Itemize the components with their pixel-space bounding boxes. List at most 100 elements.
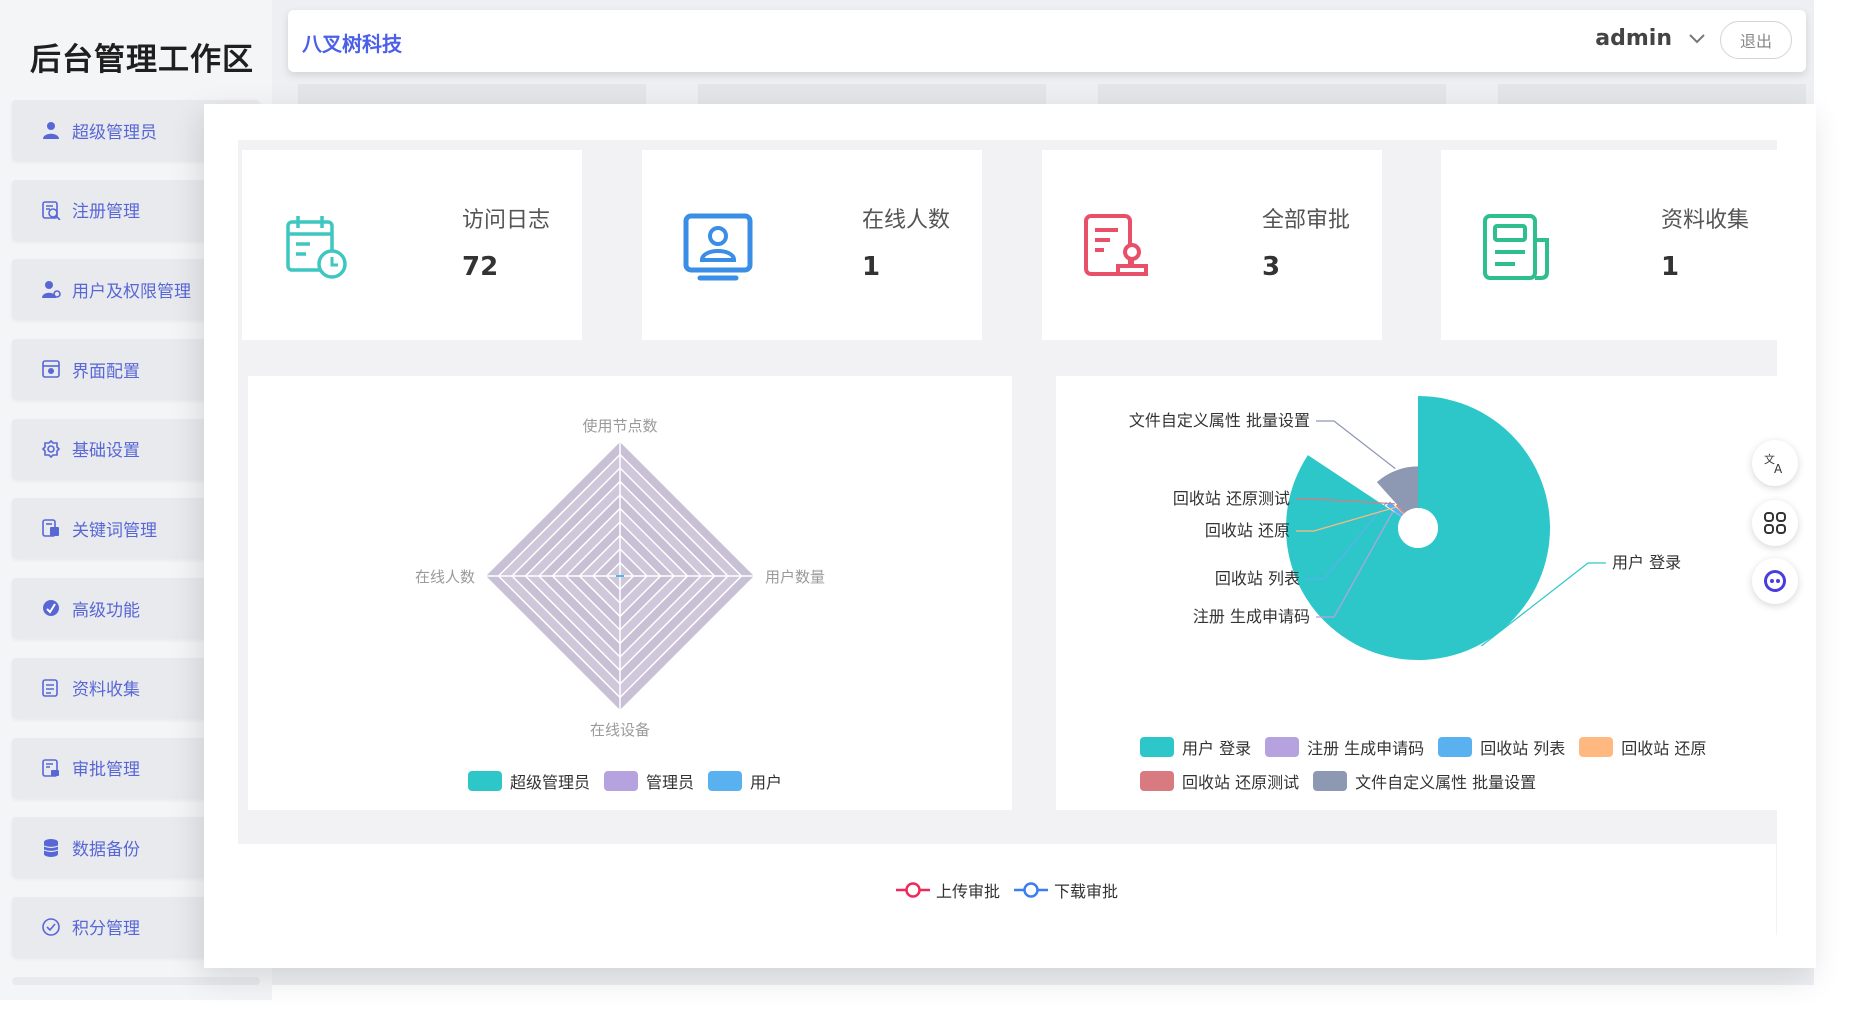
translate-button[interactable]: 文 A bbox=[1752, 440, 1798, 486]
legend-swatch bbox=[1140, 737, 1174, 757]
legend-item[interactable]: 回收站 列表 bbox=[1438, 730, 1565, 764]
bg-tile bbox=[1498, 84, 1806, 104]
username: admin bbox=[1595, 26, 1672, 51]
legend-item[interactable]: 回收站 还原 bbox=[1579, 730, 1706, 764]
monitor-user-icon bbox=[683, 213, 753, 281]
stat-value: 3 bbox=[1262, 252, 1281, 282]
legend-item[interactable]: 用户 登录 bbox=[1140, 730, 1251, 764]
pie-label: 回收站 还原测试 bbox=[1173, 489, 1290, 508]
pie-center-hole bbox=[1398, 508, 1438, 548]
bg-tile bbox=[298, 84, 646, 104]
legend-label: 文件自定义属性 批量设置 bbox=[1355, 773, 1537, 792]
legend-label: 用户 bbox=[750, 773, 783, 792]
assistant-button[interactable] bbox=[1752, 558, 1798, 604]
legend-label: 回收站 还原 bbox=[1621, 739, 1707, 758]
sidebar-item-label: 关键词管理 bbox=[72, 520, 157, 541]
top-header: 八叉树科技 admin 退出 bbox=[288, 10, 1806, 72]
stat-label: 资料收集 bbox=[1661, 208, 1750, 233]
legend-label: 超级管理员 bbox=[510, 773, 591, 792]
sidebar-item-label: 注册管理 bbox=[72, 202, 140, 223]
stat-card[interactable]: 在线人数 1 bbox=[642, 150, 982, 340]
stat-card[interactable]: 访问日志 72 bbox=[242, 150, 582, 340]
stat-label: 在线人数 bbox=[862, 208, 951, 233]
line-chart-panel: 上传审批 下载审批 bbox=[238, 844, 1776, 936]
sidebar-item-label: 用户及权限管理 bbox=[72, 281, 191, 302]
pie-label: 文件自定义属性 批量设置 bbox=[1129, 411, 1310, 430]
legend-item[interactable]: 超级管理员 bbox=[468, 764, 590, 798]
sidebar-item-label: 超级管理员 bbox=[72, 122, 157, 143]
sidebar-item-partial bbox=[12, 976, 260, 985]
layout-icon bbox=[40, 358, 62, 380]
company-name: 八叉树科技 bbox=[302, 32, 402, 56]
pie-legend: 用户 登录 注册 生成申请码 回收站 列表 回收站 还原回收站 还原测试 文件自定义属性… bbox=[1140, 730, 1760, 798]
line-legend: 上传审批 下载审批 bbox=[896, 878, 1118, 902]
user-menu[interactable]: admin bbox=[1595, 26, 1706, 51]
radar-indicator-label: 用户数量 bbox=[765, 568, 825, 586]
legend-label: 回收站 还原测试 bbox=[1182, 773, 1300, 792]
approval-icon bbox=[40, 757, 62, 779]
grid-icon bbox=[1764, 512, 1786, 534]
keyword-icon bbox=[40, 517, 62, 539]
legend-item[interactable]: 下载审批 bbox=[1014, 878, 1118, 902]
legend-label: 回收站 列表 bbox=[1480, 739, 1566, 758]
legend-label: 上传审批 bbox=[936, 882, 1001, 901]
sidebar-item-label: 资料收集 bbox=[72, 680, 140, 701]
advanced-icon bbox=[40, 597, 62, 619]
stat-card[interactable]: 资料收集 1 bbox=[1441, 150, 1781, 340]
legend-swatch bbox=[1140, 771, 1174, 791]
legend-swatch bbox=[604, 771, 639, 791]
document-icon bbox=[40, 677, 62, 699]
pie-chart-panel: 用户 登录 注册 生成申请码 回收站 列表 回收站 还原 回收站 还原测试 文件自定义属性… bbox=[1056, 376, 1788, 810]
newspaper-icon bbox=[1483, 214, 1549, 280]
legend-label: 注册 生成申请码 bbox=[1307, 739, 1425, 758]
apps-button[interactable] bbox=[1752, 500, 1798, 546]
stat-label: 访问日志 bbox=[462, 208, 551, 233]
legend-item[interactable]: 上传审批 bbox=[896, 878, 1000, 902]
stat-value: 1 bbox=[862, 252, 881, 282]
stat-label: 全部审批 bbox=[1262, 208, 1351, 233]
stat-card[interactable]: 全部审批 3 bbox=[1042, 150, 1382, 340]
legend-swatch bbox=[1265, 737, 1300, 757]
pie-label: 回收站 列表 bbox=[1215, 569, 1300, 588]
user-permission-icon bbox=[40, 278, 62, 300]
database-icon bbox=[40, 836, 62, 858]
approval-stamp-icon bbox=[1084, 214, 1148, 276]
legend-swatch bbox=[468, 771, 502, 791]
sidebar-item-label: 界面配置 bbox=[72, 361, 140, 382]
calendar-clock-icon bbox=[286, 216, 347, 279]
legend-label: 用户 登录 bbox=[1182, 739, 1252, 758]
sidebar-item-label: 积分管理 bbox=[72, 919, 140, 940]
sidebar-item-label: 高级功能 bbox=[72, 600, 140, 621]
legend-swatch bbox=[708, 771, 743, 791]
legend-swatch bbox=[1438, 737, 1473, 757]
radar-indicator-label: 使用节点数 bbox=[582, 417, 657, 435]
legend-swatch bbox=[1313, 771, 1348, 791]
legend-swatch bbox=[1579, 737, 1614, 757]
radar-indicator-label: 在线设备 bbox=[590, 721, 650, 739]
gear-icon bbox=[40, 438, 62, 460]
radar-legend: 超级管理员 管理员 用户 bbox=[468, 764, 796, 798]
legend-line-marker bbox=[1014, 882, 1049, 898]
assistant-icon bbox=[1764, 570, 1786, 592]
svg-text:A: A bbox=[1774, 462, 1783, 476]
legend-item[interactable]: 文件自定义属性 批量设置 bbox=[1313, 764, 1536, 798]
sidebar-item-label: 基础设置 bbox=[72, 441, 140, 462]
legend-item[interactable]: 管理员 bbox=[604, 764, 694, 798]
logout-button[interactable]: 退出 bbox=[1720, 21, 1792, 59]
radar-chart: 使用节点数用户数量在线设备 在线人数 bbox=[415, 417, 825, 739]
legend-item[interactable]: 用户 bbox=[708, 764, 782, 798]
legend-label: 管理员 bbox=[646, 773, 695, 792]
sidebar-item-label: 数据备份 bbox=[72, 839, 140, 860]
brand-title: 后台管理工作区 bbox=[30, 42, 254, 78]
pie-label: 用户 登录 bbox=[1612, 553, 1681, 572]
pie-label: 注册 生成申请码 bbox=[1193, 607, 1310, 626]
legend-item[interactable]: 注册 生成申请码 bbox=[1265, 730, 1424, 764]
bg-tile bbox=[698, 84, 1046, 104]
legend-item[interactable]: 回收站 还原测试 bbox=[1140, 764, 1299, 798]
stat-value: 1 bbox=[1661, 252, 1680, 282]
user-icon bbox=[40, 119, 62, 141]
pie-label: 回收站 还原 bbox=[1205, 521, 1290, 540]
chevron-down-icon bbox=[1689, 33, 1705, 43]
stat-value: 72 bbox=[462, 252, 499, 282]
radar-indicator-label: 在线人数 bbox=[415, 568, 475, 586]
